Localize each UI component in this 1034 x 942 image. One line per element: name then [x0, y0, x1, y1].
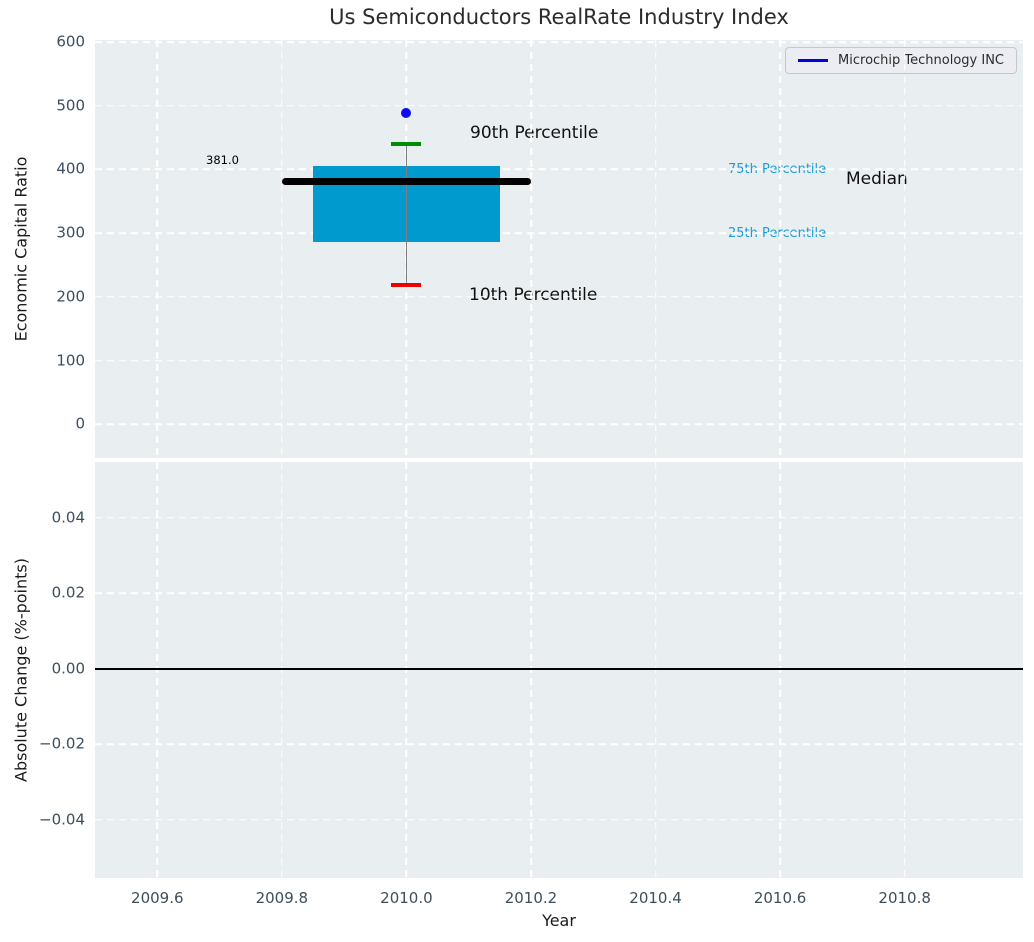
legend-series-label: Microchip Technology INC: [838, 53, 1004, 68]
x-tick-label: 2010.8: [878, 889, 931, 907]
x-tick-label: 2010.2: [504, 889, 558, 907]
y-gridline: [95, 517, 1023, 519]
x-gridline: [281, 40, 283, 458]
y-gridline: [95, 423, 1023, 426]
x-gridline: [903, 462, 906, 878]
y-gridline: [95, 743, 1023, 746]
x-gridline: [654, 462, 657, 878]
p10-cap: [391, 283, 422, 288]
y-gridline: [95, 819, 1023, 821]
y-gridline: [95, 295, 1023, 298]
y-tick-label: 100: [56, 351, 85, 370]
median-annotation: Median: [846, 169, 908, 189]
x-gridline: [405, 462, 408, 878]
company-data-point: [401, 108, 412, 119]
y-tick-label: −0.04: [39, 810, 85, 829]
y-tick-label: 600: [56, 32, 85, 51]
legend-line-sample: [798, 59, 829, 62]
y-tick-label: 500: [56, 96, 85, 115]
y-gridline: [95, 104, 1023, 107]
x-tick-label: 2010.0: [380, 889, 433, 907]
p90-cap: [391, 141, 422, 146]
y-tick-label: 0.00: [51, 659, 85, 678]
p25-annotation: 25th Percentile: [728, 226, 826, 242]
chart-title: Us Semiconductors RealRate Industry Inde…: [329, 5, 789, 29]
median-line: [281, 177, 531, 185]
x-gridline: [903, 40, 906, 458]
x-gridline: [530, 40, 532, 458]
top-axes-economic-capital-ratio: 381.0 90th Percentile 10th Percentile 75…: [56, 33, 1023, 458]
y-tick-label: 400: [56, 159, 85, 178]
legend-box: Microchip Technology INC: [785, 47, 1017, 74]
y-gridline: [95, 232, 1023, 234]
y-tick-label: 0: [75, 414, 85, 433]
y-gridline: [95, 168, 1023, 171]
x-tick-label: 2010.6: [753, 889, 807, 907]
x-tick-label: 2009.8: [255, 889, 309, 907]
figure: Us Semiconductors RealRate Industry Inde…: [0, 0, 1034, 942]
median-value-annotation: 381.0: [206, 153, 239, 167]
x-gridline: [281, 462, 283, 878]
y-gridline: [95, 359, 1023, 362]
x-gridline: [530, 462, 532, 878]
p90-annotation: 90th Percentile: [470, 123, 599, 143]
y-tick-label: 0.02: [51, 583, 85, 602]
x-gridline: [156, 462, 159, 878]
y-tick-label: −0.02: [39, 734, 85, 753]
y-tick-label: 200: [56, 287, 85, 306]
y-tick-label: 0.04: [51, 508, 85, 527]
y-gridline: [95, 41, 1023, 43]
x-tick-label: 2009.6: [131, 889, 184, 907]
x-gridline: [779, 40, 781, 458]
x-axis-label: Year: [542, 911, 576, 930]
top-y-axis-label: Economic Capital Ratio: [11, 156, 31, 342]
x-gridline: [779, 462, 781, 878]
x-gridline: [654, 40, 657, 458]
y-tick-label: 300: [56, 223, 85, 242]
bottom-y-axis-label: Absolute Change (%-points): [11, 558, 31, 782]
whisker-line: [405, 143, 408, 286]
zero-reference-line: [95, 667, 1023, 670]
x-gridline: [156, 40, 159, 458]
x-tick-label: 2010.4: [629, 889, 682, 907]
bottom-axes-absolute-change: 2009.6 2009.8 2010.0 2010.2 2010.4 2010.6 2010…: [39, 462, 1023, 907]
y-gridline: [95, 592, 1023, 595]
